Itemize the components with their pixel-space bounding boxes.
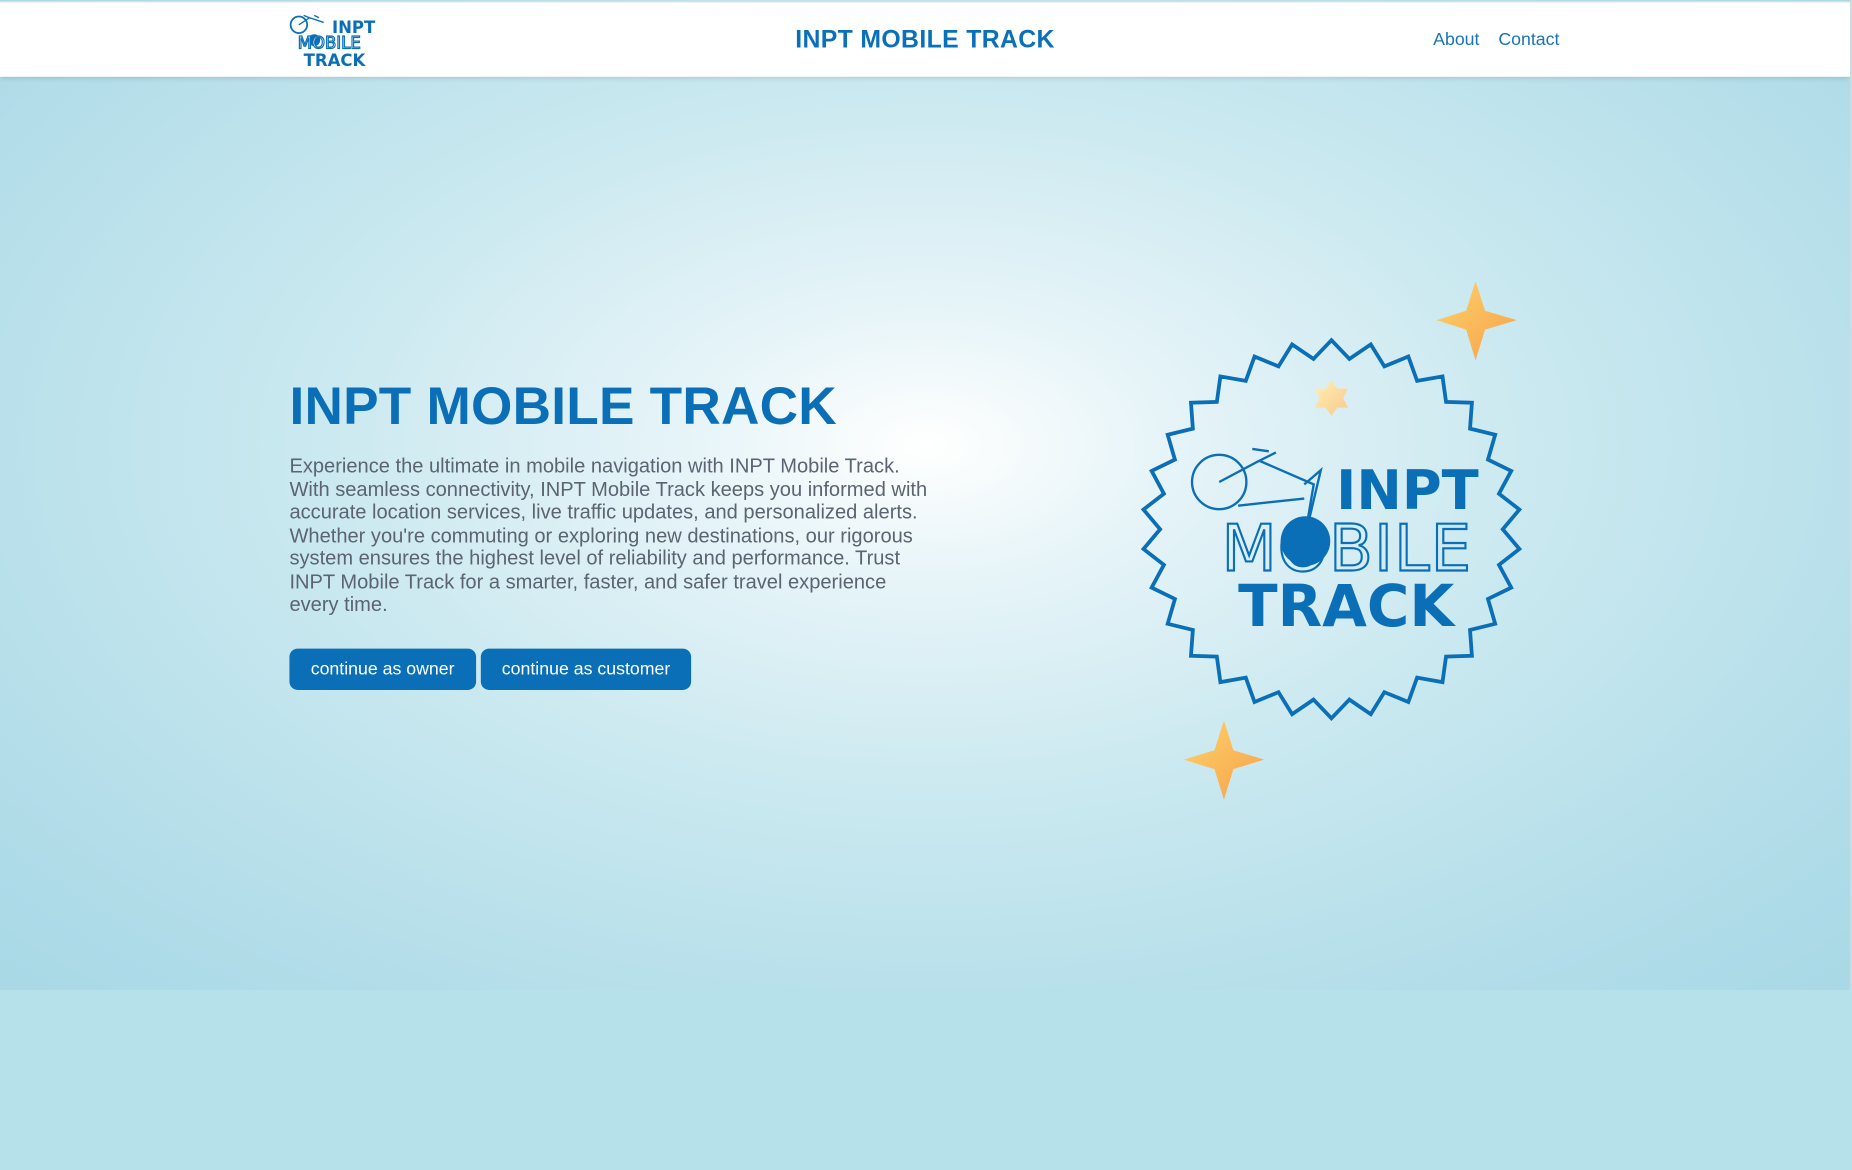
nav-link-contact[interactable]: Contact [1498,30,1559,50]
nav-title: INPT MOBILE TRACK [795,25,1055,54]
sparkle-star-bottom-left [1183,720,1265,800]
small-star-icon [1314,380,1348,416]
nav-link-about[interactable]: About [1433,30,1479,50]
hero-description: Experience the ultimate in mobile naviga… [289,454,928,616]
nav-links: About Contact [1433,30,1559,50]
landing-page: INPT MOBILE TRACK INPT MOBILE TRACK Abou… [0,0,1852,991]
content-area: INPT MOBILE TRACK INPT MOBILE TRACK Abou… [0,0,1852,1170]
hero-badge-illustration: INPT MOBILE TRACK [1140,281,1523,800]
hero-title: INPT MOBILE TRACK [289,375,837,436]
hero-buttons: continue as owner continue as customer [289,648,692,690]
navbar: INPT MOBILE TRACK INPT MOBILE TRACK Abou… [0,1,1851,77]
browser-viewport: INPT MOBILE TRACK INPT MOBILE TRACK Abou… [0,0,1852,991]
sparkle-star-top-right [1436,281,1517,361]
continue-as-owner-button[interactable]: continue as owner [289,648,476,690]
continue-as-customer-button[interactable]: continue as customer [480,648,692,690]
badge-text-track: TRACK [1238,572,1456,640]
